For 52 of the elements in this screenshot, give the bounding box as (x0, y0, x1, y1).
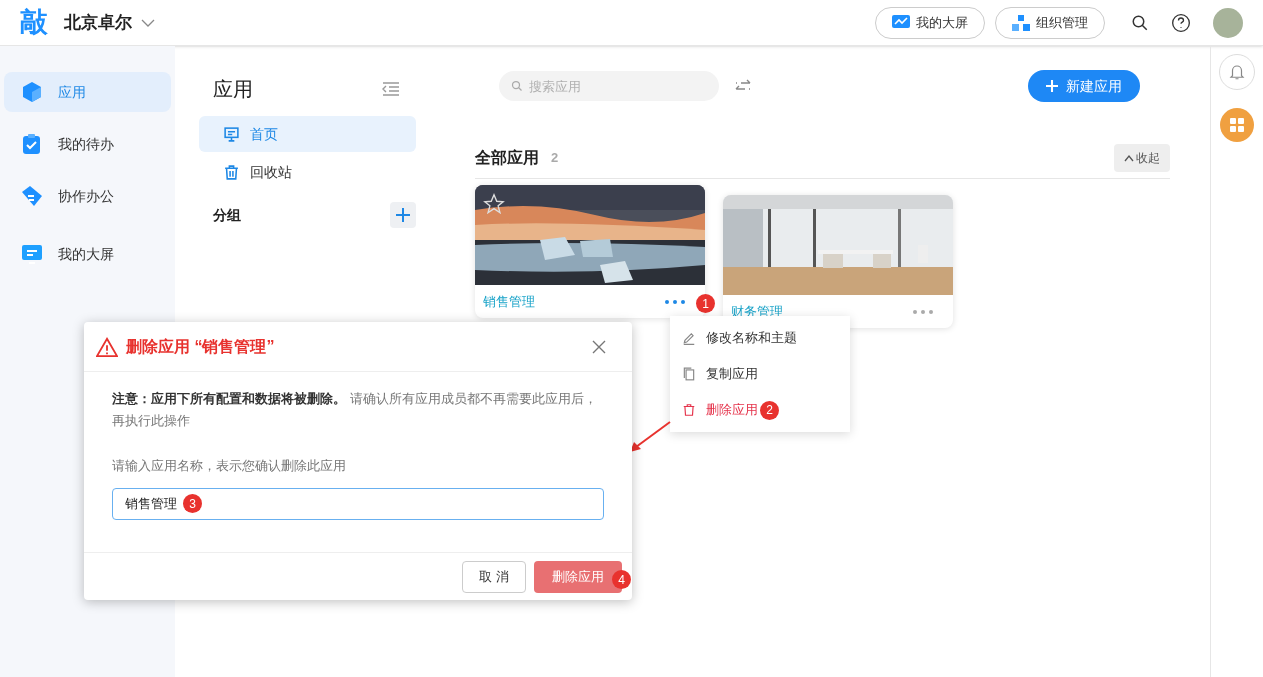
dialog-title: 删除应用 “销售管理” (126, 336, 275, 357)
group-label: 分组 (213, 205, 241, 225)
copy-icon (682, 367, 696, 381)
app-name: 销售管理 (483, 292, 535, 311)
menu-item[interactable]: 删除应用 2 (670, 392, 850, 428)
cancel-button[interactable]: 取 消 (462, 560, 526, 593)
trash-icon (682, 403, 696, 417)
bell-icon (1228, 63, 1246, 81)
more-icon[interactable] (665, 299, 685, 304)
star-icon[interactable] (483, 193, 505, 215)
search-icon (511, 80, 523, 92)
confirm-prompt: 请输入应用名称，表示您确认删除此应用 (112, 457, 347, 475)
plus-icon (1046, 80, 1058, 92)
panel-item[interactable]: 回收站 (199, 154, 416, 190)
tag-icon (20, 184, 44, 208)
grid-icon (1230, 118, 1244, 132)
input-value: 销售管理 (125, 494, 177, 513)
help-icon[interactable] (1171, 12, 1191, 33)
search-icon[interactable] (1131, 13, 1149, 32)
avatar[interactable] (1213, 7, 1243, 38)
monitor-icon (20, 242, 44, 266)
panel-title: 应用 (213, 77, 253, 102)
org-switcher[interactable]: 北京卓尔 (64, 9, 156, 36)
app-name-input[interactable]: 销售管理 3 (112, 487, 604, 520)
more-icon[interactable] (913, 309, 933, 314)
cube-icon (20, 80, 44, 104)
nav-item[interactable]: 我的大屏 (4, 234, 171, 274)
add-group-button[interactable] (390, 202, 416, 228)
collapse-menu-icon[interactable] (382, 81, 400, 97)
search-field[interactable]: 搜索应用 (499, 71, 719, 101)
logo: 敲 (20, 8, 48, 37)
chevron-up-icon (1124, 154, 1134, 162)
org-icon (1012, 14, 1030, 31)
pencil-icon (682, 331, 696, 345)
step-marker: 3 (183, 494, 202, 513)
chart-icon (892, 14, 910, 31)
sort-icon[interactable] (735, 79, 751, 93)
warning-note: 注意：应用下所有配置和数据将被删除。 请确认所有应用成员都不再需要此应用后，再执行此操作 (112, 390, 598, 430)
monitor-icon (223, 125, 240, 143)
plus-icon (396, 208, 410, 222)
trash-icon (223, 163, 240, 181)
nav-item[interactable]: 协作办公 (4, 176, 171, 216)
menu-item[interactable]: 复制应用 (670, 356, 850, 392)
apps-button[interactable] (1220, 108, 1254, 142)
new-app-button[interactable]: 新建应用 (1028, 70, 1140, 102)
collapse-button[interactable]: 收起 (1114, 144, 1170, 172)
app-count: 2 (551, 149, 559, 168)
close-icon[interactable] (592, 339, 606, 354)
warning-icon (96, 336, 118, 357)
nav-item[interactable]: 我的待办 (4, 124, 171, 164)
step-marker: 2 (760, 400, 779, 420)
section-title: 全部应用 (475, 148, 539, 168)
